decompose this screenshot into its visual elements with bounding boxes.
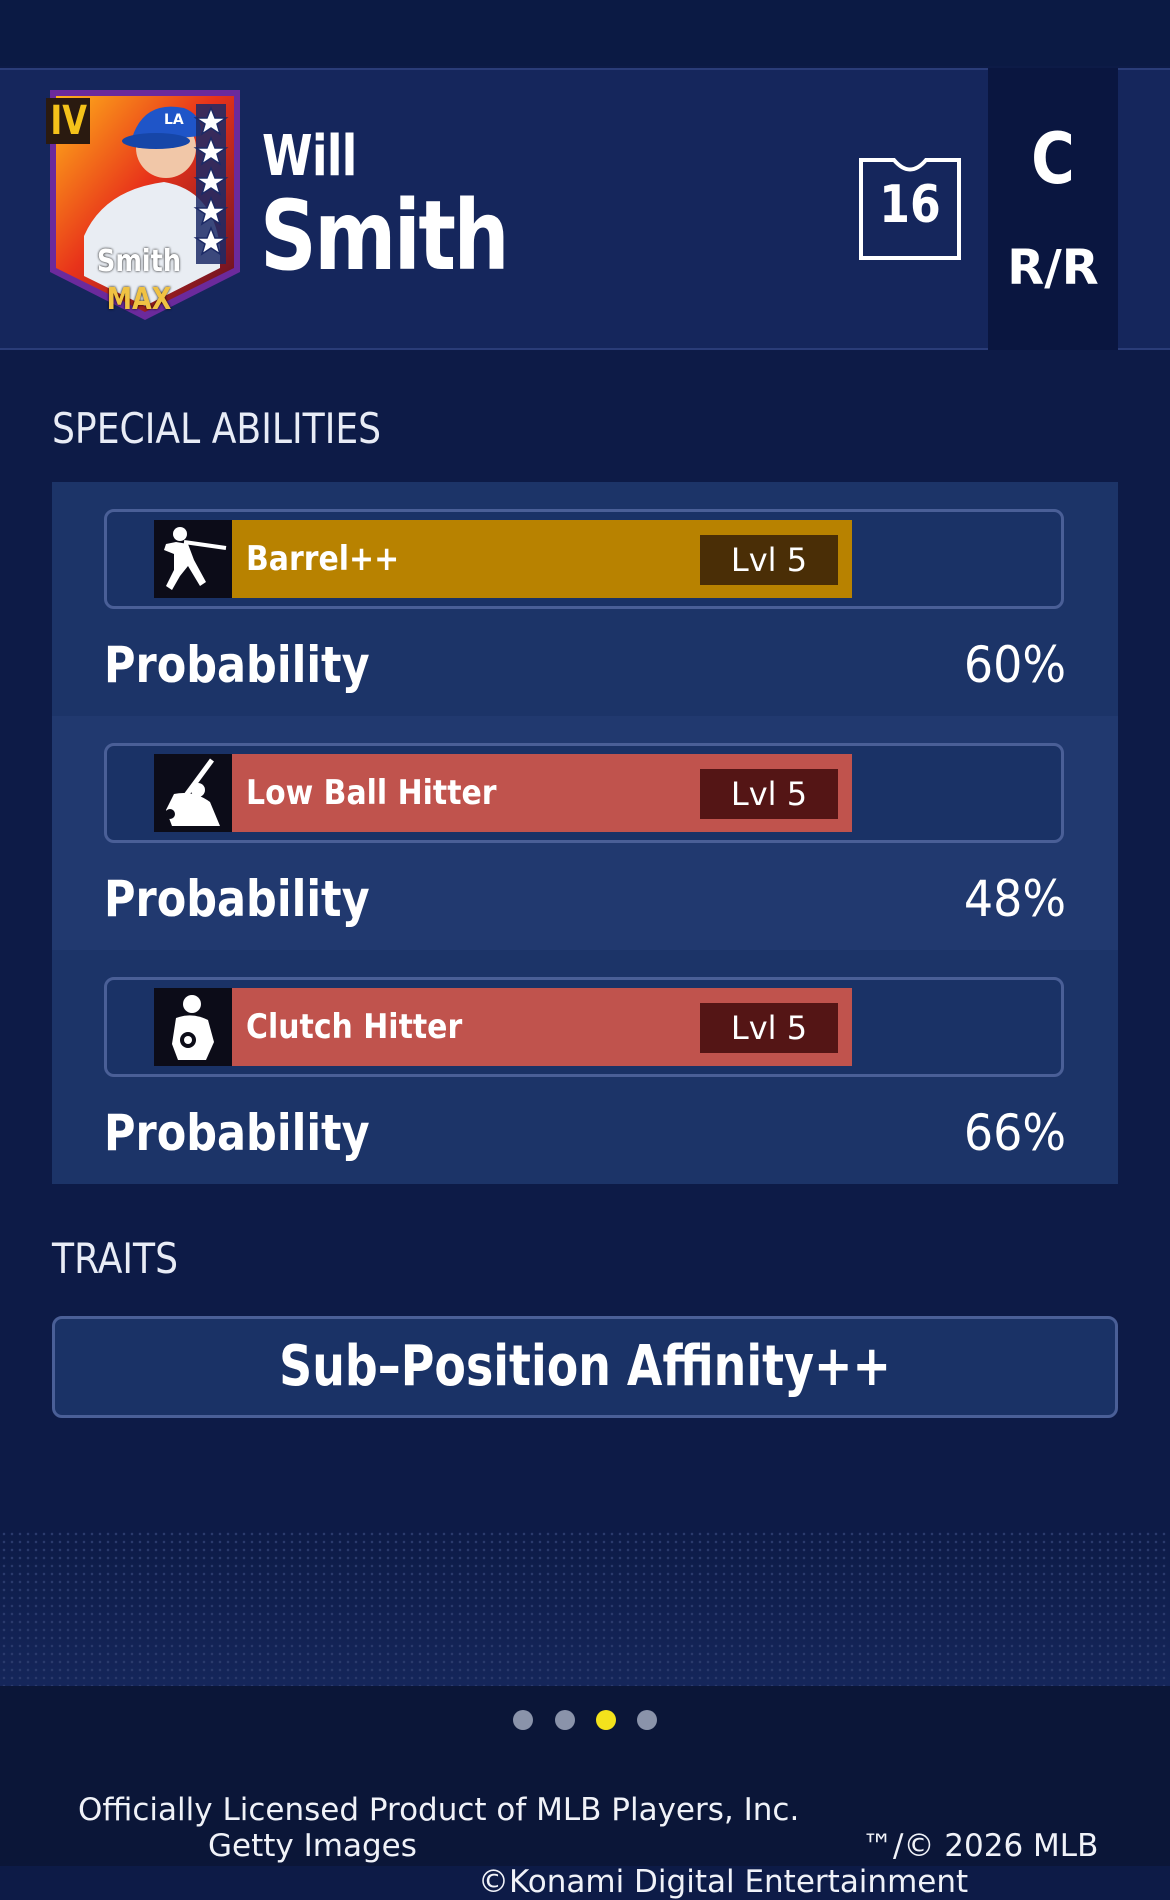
ability-row[interactable]: Low Ball Hitter Lvl 5 Probability 48% — [52, 716, 1118, 950]
clutch-hitter-icon — [154, 988, 232, 1066]
traits-title: TRAITS — [52, 1234, 179, 1283]
page-indicator[interactable] — [0, 1710, 1170, 1734]
low-ball-hitter-icon — [154, 754, 232, 832]
page-dot-active[interactable] — [596, 1710, 616, 1730]
card-rank: MAX — [106, 282, 172, 317]
ability-name: Barrel++ — [246, 539, 400, 579]
ability-level: Lvl 5 — [700, 769, 838, 819]
ability-level: Lvl 5 — [700, 535, 838, 585]
probability-value: 66% — [963, 1104, 1066, 1162]
page-dot[interactable] — [513, 1710, 533, 1730]
probability-value: 48% — [963, 870, 1066, 928]
bats-throws: R/R — [1007, 240, 1099, 296]
getty-credit: Getty Images — [208, 1828, 417, 1864]
batter-swing-icon — [154, 520, 232, 598]
probability-label: Probability — [104, 870, 370, 928]
svg-text:LA: LA — [164, 112, 184, 128]
trait-name: Sub–Position Affinity++ — [279, 1334, 891, 1399]
ability-name: Clutch Hitter — [246, 1007, 463, 1047]
special-abilities-title: SPECIAL ABILITIES — [52, 404, 382, 453]
player-card[interactable]: LA IV Smith MAX — [44, 86, 246, 324]
probability-label: Probability — [104, 1104, 370, 1162]
page-dot[interactable] — [555, 1710, 575, 1730]
card-tier: IV — [50, 98, 88, 144]
jersey-number: 16 — [879, 175, 941, 235]
page-dot[interactable] — [637, 1710, 657, 1730]
probability-value: 60% — [963, 636, 1066, 694]
ability-bar: Barrel++ Lvl 5 — [232, 520, 852, 598]
probability-label: Probability — [104, 636, 370, 694]
ability-row[interactable]: Barrel++ Lvl 5 Probability 60% — [52, 482, 1118, 716]
ability-bar: Low Ball Hitter Lvl 5 — [232, 754, 852, 832]
card-player-name: Smith — [96, 244, 182, 279]
position-panel: C R/R — [988, 68, 1118, 350]
ability-row[interactable]: Clutch Hitter Lvl 5 Probability 66% — [52, 950, 1118, 1184]
top-bar — [0, 0, 1170, 66]
trait-item[interactable]: Sub–Position Affinity++ — [52, 1316, 1118, 1418]
ability-level: Lvl 5 — [700, 1003, 838, 1053]
footer-line-2: Getty Images ©Konami Digital Entertainme… — [0, 1792, 1170, 1900]
special-abilities-list: Barrel++ Lvl 5 Probability 60% Low Ball … — [52, 482, 1118, 1184]
ability-bar: Clutch Hitter Lvl 5 — [232, 988, 852, 1066]
player-position: C — [1031, 118, 1075, 200]
player-last-name: Smith — [260, 180, 510, 292]
konami-copyright: ©Konami Digital Entertainment — [478, 1864, 969, 1900]
ability-name: Low Ball Hitter — [246, 773, 497, 813]
background-pattern — [0, 1530, 1170, 1686]
